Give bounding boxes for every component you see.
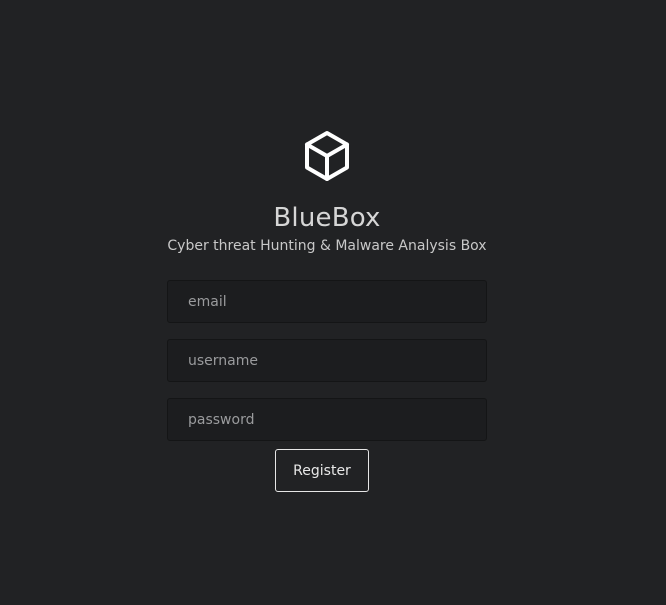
username-input[interactable]: [167, 339, 487, 382]
app-subtitle: Cyber threat Hunting & Malware Analysis …: [167, 238, 487, 254]
register-button[interactable]: Register: [275, 449, 369, 492]
email-input[interactable]: [167, 280, 487, 323]
app-title: BlueBox: [273, 203, 381, 233]
password-input[interactable]: [167, 398, 487, 441]
cube-icon: [305, 131, 349, 181]
